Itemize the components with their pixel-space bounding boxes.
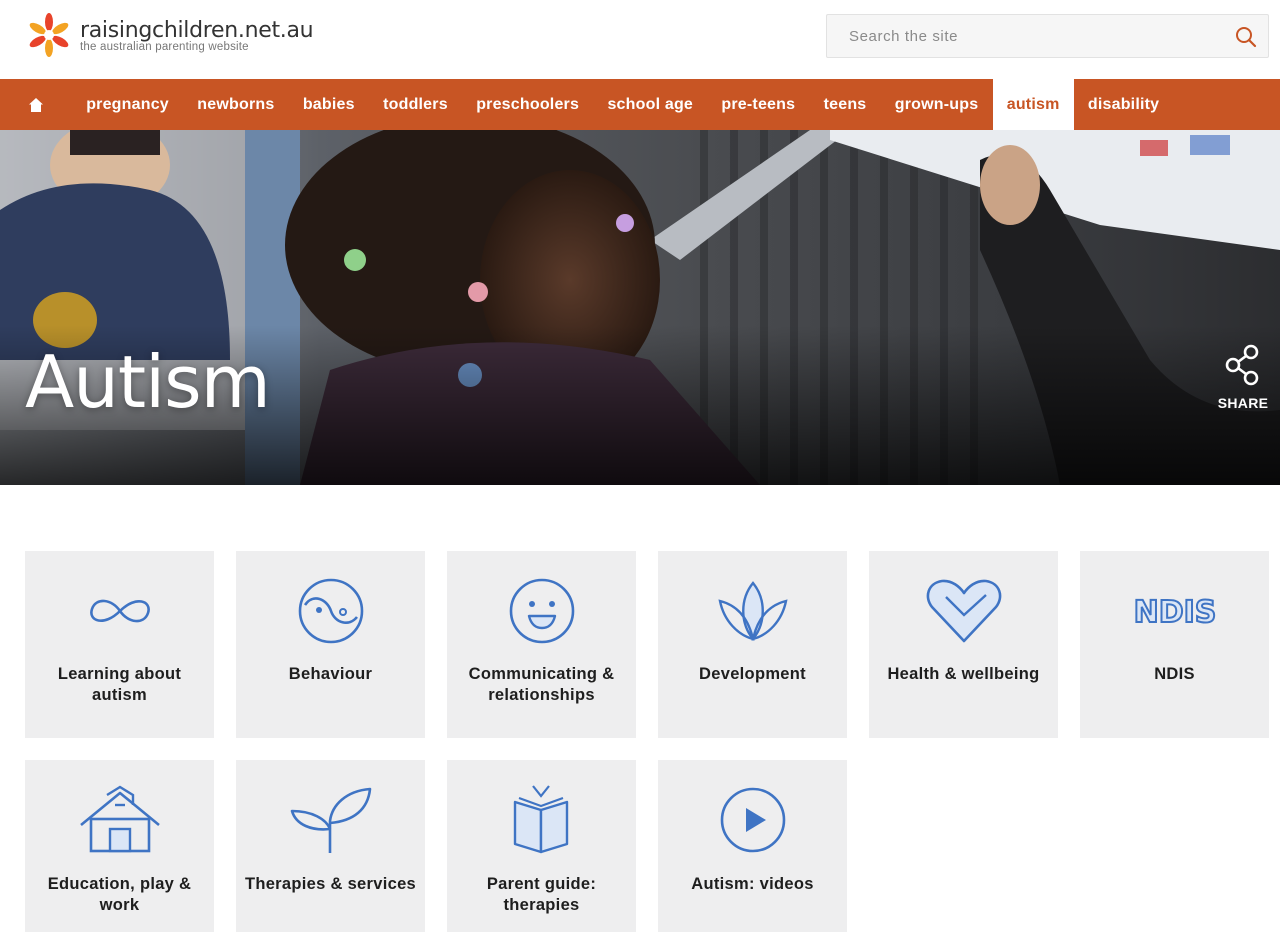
tile-therapies-services[interactable]: Therapies & services (236, 760, 425, 932)
hero-banner: Autism SHARE (0, 130, 1280, 485)
heart-icon (926, 579, 1001, 643)
share-button[interactable]: SHARE (1214, 344, 1272, 411)
share-label: SHARE (1217, 395, 1269, 411)
main-nav: pregnancy newborns babies toddlers presc… (0, 79, 1280, 130)
page-title: Autism (25, 340, 271, 424)
sprout-icon (290, 787, 371, 853)
tile-label: Therapies & services (244, 875, 417, 893)
tile-development[interactable]: Development (658, 551, 847, 738)
search-input[interactable] (827, 27, 1217, 45)
school-house-icon (79, 785, 160, 853)
tile-label: Parent guide: therapies (486, 875, 597, 914)
logo-flower-icon (29, 13, 69, 57)
lotus-icon (717, 581, 788, 641)
share-icon (1225, 344, 1259, 386)
nav-item-school-age[interactable]: school age (593, 79, 707, 130)
site-name: raisingchildren.net.au (80, 17, 314, 43)
hero-photo (0, 130, 1280, 485)
nav-item-pregnancy[interactable]: pregnancy (72, 79, 183, 130)
search-icon[interactable] (1234, 25, 1258, 49)
nav-home-button[interactable] (0, 79, 72, 130)
site-header: raisingchildren.net.au the australian pa… (0, 0, 1280, 78)
nav-item-teens[interactable]: teens (809, 79, 880, 130)
infinity-icon (89, 599, 150, 623)
nav-item-autism[interactable]: autism (992, 79, 1074, 130)
tile-label: Education, play & work (47, 875, 192, 914)
tile-autism-videos[interactable]: Autism: videos (658, 760, 847, 932)
smiley-face-icon (509, 578, 574, 644)
search-box (826, 14, 1269, 58)
tile-label: Learning about autism (57, 665, 182, 704)
ndis-logo-icon: NDIS (1132, 594, 1217, 631)
tile-ndis[interactable]: NDIS NDIS (1080, 551, 1269, 738)
yin-yang-icon (298, 578, 363, 644)
site-logo[interactable]: raisingchildren.net.au the australian pa… (24, 10, 314, 60)
tile-label: Health & wellbeing (887, 665, 1040, 683)
tile-label: Behaviour (288, 665, 373, 683)
tile-education-play-work[interactable]: Education, play & work (25, 760, 214, 932)
tile-label: Autism: videos (691, 875, 814, 893)
nav-item-pre-teens[interactable]: pre-teens (707, 79, 809, 130)
tile-label: NDIS (1154, 665, 1195, 683)
home-icon (29, 97, 43, 112)
nav-item-preschoolers[interactable]: preschoolers (462, 79, 593, 130)
nav-item-toddlers[interactable]: toddlers (369, 79, 462, 130)
tile-learning-about-autism[interactable]: Learning about autism (25, 551, 214, 738)
site-tagline: the australian parenting website (80, 40, 249, 53)
play-button-icon (720, 787, 785, 853)
nav-item-babies[interactable]: babies (289, 79, 369, 130)
tile-behaviour[interactable]: Behaviour (236, 551, 425, 738)
nav-item-grown-ups[interactable]: grown-ups (881, 79, 993, 130)
tile-label: Development (699, 665, 806, 683)
tile-parent-guide-therapies[interactable]: Parent guide: therapies (447, 760, 636, 932)
tile-health-wellbeing[interactable]: Health & wellbeing (869, 551, 1058, 738)
nav-item-disability[interactable]: disability (1074, 79, 1174, 130)
svg-text:NDIS: NDIS (1133, 595, 1216, 630)
tile-communicating-relationships[interactable]: Communicating & relationships (447, 551, 636, 738)
open-book-icon (513, 785, 568, 854)
nav-item-newborns[interactable]: newborns (183, 79, 289, 130)
tile-label: Communicating & relationships (468, 665, 615, 704)
